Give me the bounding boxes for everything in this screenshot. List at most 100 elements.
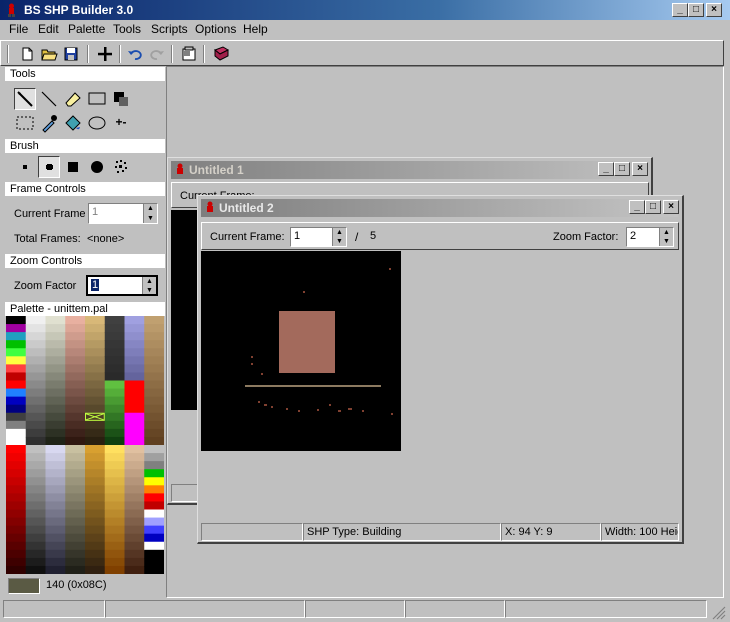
palette-swatch[interactable] bbox=[45, 565, 66, 575]
palette-swatch[interactable] bbox=[25, 412, 46, 422]
palette-swatch[interactable] bbox=[124, 340, 145, 349]
save-icon[interactable] bbox=[61, 44, 81, 64]
brush-size-2[interactable] bbox=[38, 156, 60, 178]
palette-swatch[interactable] bbox=[85, 517, 106, 527]
palette-swatch[interactable] bbox=[124, 493, 145, 502]
palette-swatch[interactable] bbox=[25, 517, 46, 527]
palette-swatch[interactable] bbox=[144, 533, 165, 543]
palette-swatch[interactable] bbox=[104, 565, 125, 575]
palette-swatch[interactable] bbox=[65, 372, 86, 381]
palette-swatch[interactable] bbox=[85, 356, 106, 365]
palette-swatch[interactable] bbox=[25, 477, 46, 486]
palette-swatch[interactable] bbox=[45, 445, 66, 454]
palette-swatch[interactable] bbox=[144, 557, 165, 567]
palette-swatch[interactable] bbox=[124, 541, 145, 551]
palette-swatch[interactable] bbox=[144, 493, 165, 502]
palette-swatch[interactable] bbox=[104, 549, 125, 559]
preview-icon[interactable] bbox=[179, 44, 199, 64]
palette-swatch[interactable] bbox=[6, 549, 27, 559]
palette-swatch[interactable] bbox=[65, 316, 86, 325]
palette-swatch[interactable] bbox=[144, 453, 165, 462]
current-frame-stepper[interactable]: 1 ▲ ▼ bbox=[88, 203, 158, 224]
undo-icon[interactable] bbox=[125, 44, 145, 64]
palette-swatch[interactable] bbox=[104, 493, 125, 502]
palette-swatch[interactable] bbox=[25, 453, 46, 462]
palette-swatch[interactable] bbox=[124, 549, 145, 559]
palette-swatch[interactable] bbox=[6, 557, 27, 567]
redo-icon[interactable] bbox=[147, 44, 167, 64]
palette-swatch[interactable] bbox=[85, 509, 106, 519]
palette-swatch[interactable] bbox=[25, 396, 46, 406]
window1-maximize-button[interactable]: □ bbox=[614, 162, 630, 176]
palette-swatch[interactable] bbox=[65, 517, 86, 527]
palette-swatch[interactable] bbox=[25, 541, 46, 551]
palette-swatch[interactable] bbox=[85, 348, 106, 357]
window1-close-button[interactable]: × bbox=[632, 162, 648, 176]
palette-swatch[interactable] bbox=[144, 332, 165, 341]
palette-swatch[interactable] bbox=[144, 412, 165, 422]
palette-swatch[interactable] bbox=[85, 565, 106, 575]
palette-swatch[interactable] bbox=[124, 445, 145, 454]
palette-swatch[interactable] bbox=[144, 380, 165, 390]
palette-swatch[interactable] bbox=[144, 420, 165, 430]
palette-swatch[interactable] bbox=[25, 509, 46, 519]
palette-swatch[interactable] bbox=[45, 412, 66, 422]
palette-swatch[interactable] bbox=[104, 316, 125, 325]
chevron-up-icon[interactable]: ▲ bbox=[143, 277, 156, 286]
line-tool[interactable] bbox=[38, 88, 60, 110]
palette-swatch[interactable] bbox=[85, 445, 106, 454]
palette-swatch[interactable] bbox=[45, 541, 66, 551]
palette-swatch[interactable] bbox=[85, 533, 106, 543]
palette-swatch[interactable] bbox=[124, 316, 145, 325]
palette-swatches[interactable] bbox=[6, 316, 165, 575]
palette-swatch[interactable] bbox=[104, 509, 125, 519]
palette-swatch[interactable] bbox=[6, 501, 27, 510]
palette-swatch[interactable] bbox=[65, 445, 86, 454]
palette-swatch[interactable] bbox=[124, 453, 145, 462]
palette-swatch[interactable] bbox=[45, 501, 66, 510]
palette-swatch[interactable] bbox=[65, 348, 86, 357]
palette-swatch[interactable] bbox=[25, 380, 46, 390]
add-frame-icon[interactable] bbox=[95, 44, 115, 64]
palette-swatch[interactable] bbox=[85, 461, 106, 470]
palette-swatch[interactable] bbox=[144, 469, 165, 478]
palette-swatch[interactable] bbox=[85, 340, 106, 349]
palette-swatch[interactable] bbox=[65, 485, 86, 494]
menu-palette[interactable]: Palette bbox=[68, 22, 105, 36]
palette-swatch[interactable] bbox=[65, 356, 86, 365]
palette-swatch[interactable] bbox=[6, 436, 27, 446]
dropper-tool[interactable] bbox=[38, 112, 60, 134]
palette-grid[interactable] bbox=[6, 316, 165, 575]
palette-swatch[interactable] bbox=[45, 557, 66, 567]
palette-swatch[interactable] bbox=[45, 340, 66, 349]
palette-swatch[interactable] bbox=[6, 316, 27, 325]
palette-swatch[interactable] bbox=[124, 348, 145, 357]
palette-swatch[interactable] bbox=[6, 541, 27, 551]
palette-swatch[interactable] bbox=[104, 517, 125, 527]
palette-swatch[interactable] bbox=[124, 557, 145, 567]
palette-swatch[interactable] bbox=[144, 565, 165, 575]
palette-swatch[interactable] bbox=[104, 445, 125, 454]
palette-swatch[interactable] bbox=[144, 340, 165, 349]
palette-swatch[interactable] bbox=[124, 404, 145, 414]
palette-swatch[interactable] bbox=[85, 388, 106, 398]
palette-swatch[interactable] bbox=[144, 461, 165, 470]
palette-swatch[interactable] bbox=[124, 364, 145, 373]
palette-swatch[interactable] bbox=[6, 396, 27, 406]
palette-swatch[interactable] bbox=[65, 469, 86, 478]
chevron-up-icon[interactable]: ▲ bbox=[144, 204, 157, 214]
palette-swatch[interactable] bbox=[65, 477, 86, 486]
palette-swatch[interactable] bbox=[85, 477, 106, 486]
palette-swatch[interactable] bbox=[124, 485, 145, 494]
window-untitled-2[interactable]: Untitled 2 _ □ × Current Frame: 1 ▲ ▼ / 5… bbox=[197, 195, 684, 544]
palette-swatch[interactable] bbox=[45, 469, 66, 478]
palette-swatch[interactable] bbox=[65, 364, 86, 373]
palette-swatch[interactable] bbox=[85, 549, 106, 559]
palette-swatch[interactable] bbox=[25, 469, 46, 478]
palette-swatch[interactable] bbox=[104, 477, 125, 486]
window2-minimize-button[interactable]: _ bbox=[629, 200, 645, 214]
brush-spray[interactable] bbox=[110, 156, 132, 178]
palette-swatch[interactable] bbox=[65, 412, 86, 422]
palette-swatch[interactable] bbox=[124, 565, 145, 575]
palette-swatch[interactable] bbox=[65, 461, 86, 470]
